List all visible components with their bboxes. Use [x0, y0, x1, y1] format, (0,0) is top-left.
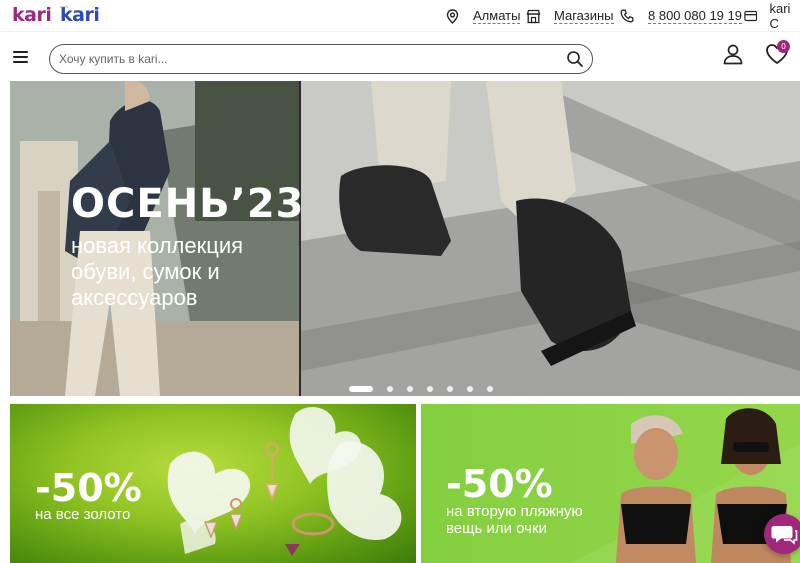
promo-beach-text-line-1: на вторую пляжную [446, 503, 583, 520]
carousel-dot-7[interactable] [487, 386, 493, 392]
stores-link[interactable]: Магазины [526, 6, 614, 26]
store-icon [526, 9, 541, 23]
card-icon [744, 10, 758, 22]
city-selector[interactable]: Алматы [446, 6, 521, 26]
hero-subtitle-line-2: обуви, сумок и [71, 259, 220, 284]
carousel-dot-3[interactable] [407, 386, 413, 392]
promo-beach-discount: -50% [446, 462, 553, 506]
hero-image-right-art [301, 81, 800, 396]
kari-logo[interactable]: kari [12, 4, 52, 26]
kari-kids-logo[interactable]: kids kari [60, 4, 100, 25]
kari-club-card-link[interactable]: kari C [744, 1, 800, 31]
hero-title: ОСЕНЬ’23 [71, 181, 305, 227]
carousel-dots [349, 386, 499, 392]
kari-kids-logo-sub: kids [60, 4, 69, 9]
favorites-count-badge: 0 [777, 40, 790, 53]
promo-banner-beach[interactable]: -50% на вторую пляжную вещь или очки [421, 404, 800, 563]
user-icon[interactable] [722, 43, 744, 65]
hamburger-icon [13, 51, 28, 53]
hamburger-icon-line [13, 61, 28, 63]
carousel-dot-6[interactable] [467, 386, 473, 392]
hamburger-icon-line [13, 56, 28, 58]
chat-icon [771, 526, 798, 545]
card-label: kari C [769, 1, 791, 31]
kari-logo-text: kari [12, 4, 52, 26]
carousel-dot-2[interactable] [387, 386, 393, 392]
carousel-dot-1[interactable] [349, 386, 373, 392]
hero-banner[interactable]: ОСЕНЬ’23 новая коллекция обуви, сумок и … [10, 81, 800, 396]
hero-subtitle-line-3: аксессуаров [71, 285, 198, 310]
carousel-dot-5[interactable] [447, 386, 453, 392]
search-input[interactable] [59, 50, 549, 68]
top-bar: kari kids kari Алматы Магазины 8 800 080… [0, 0, 800, 32]
location-pin-icon [446, 8, 459, 24]
carousel-dot-4[interactable] [427, 386, 433, 392]
promo-beach-text-line-2: вещь или очки [446, 520, 547, 537]
city-label: Алматы [473, 8, 521, 24]
search-bar [49, 44, 593, 74]
promo-banner-gold[interactable]: -50% на все золото [10, 404, 416, 563]
phone-icon [620, 9, 634, 23]
phone-label: 8 800 080 19 19 [648, 8, 742, 24]
promo-gold-discount: -50% [35, 466, 142, 510]
menu-button[interactable] [13, 51, 28, 63]
hero-image-right [301, 81, 800, 396]
search-icon[interactable] [566, 50, 584, 68]
promo-gold-text: на все золото [35, 506, 131, 523]
phone-link[interactable]: 8 800 080 19 19 [620, 6, 742, 26]
chat-button[interactable] [764, 514, 800, 554]
stores-label: Магазины [554, 8, 614, 24]
hero-subtitle-line-1: новая коллекция [71, 233, 244, 258]
